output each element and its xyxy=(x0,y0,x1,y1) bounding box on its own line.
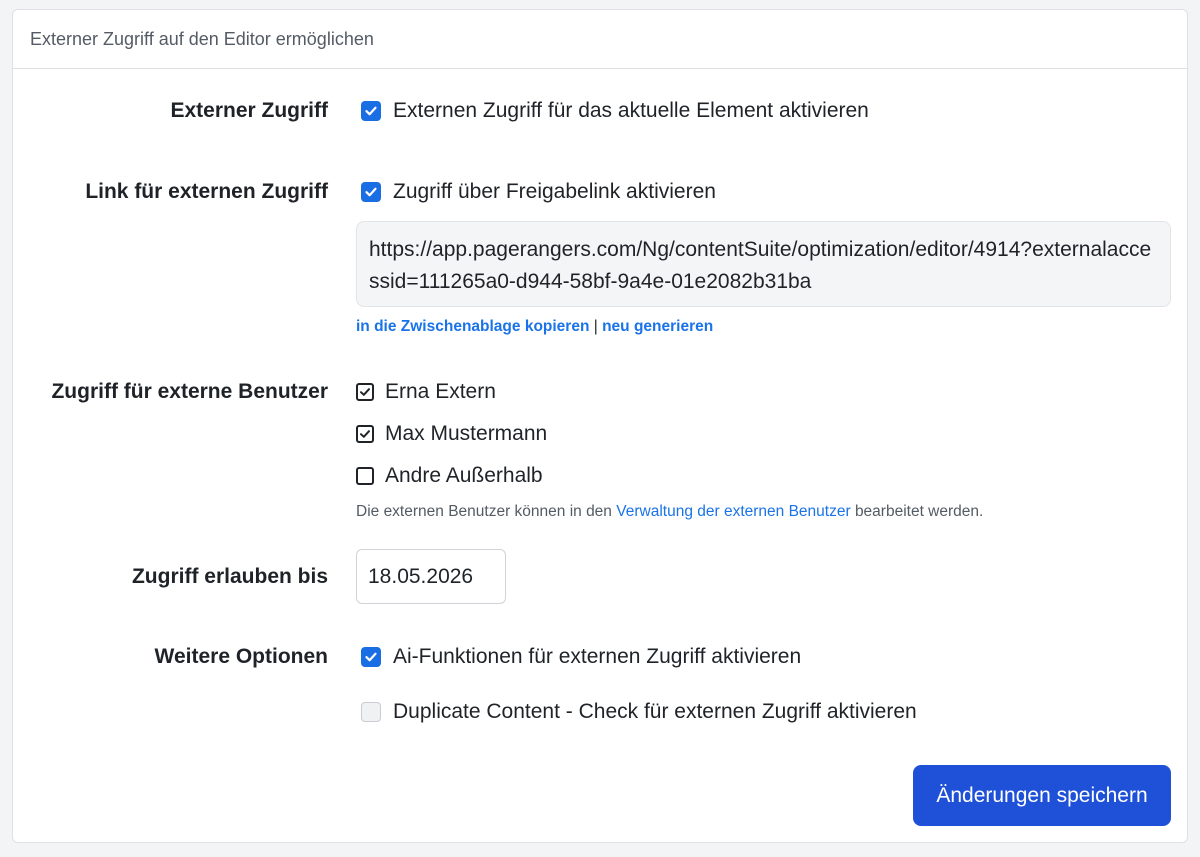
checkmark-icon xyxy=(365,187,377,197)
share-link-label: Link für externen Zugriff xyxy=(85,180,328,203)
user-name: Andre Außerhalb xyxy=(385,464,543,487)
user-name: Erna Extern xyxy=(385,380,496,403)
share-link-checkbox-row[interactable]: Zugriff über Freigabelink aktivieren xyxy=(361,180,716,204)
share-link-actions: in die Zwischenablage kopieren | neu gen… xyxy=(356,318,713,336)
share-link-url-field[interactable]: https://app.pagerangers.com/Ng/contentSu… xyxy=(356,221,1171,307)
external-users-hint: Die externen Benutzer können in den Verw… xyxy=(356,503,983,521)
external-access-checkbox[interactable] xyxy=(361,101,381,121)
checkmark-icon xyxy=(365,106,377,116)
checkmark-icon xyxy=(360,388,370,396)
external-users-label: Zugriff für externe Benutzer xyxy=(51,380,328,403)
user-checkbox-row-andre[interactable]: Andre Außerhalb xyxy=(356,464,543,488)
share-link-checkbox[interactable] xyxy=(361,182,381,202)
more-options-label: Weitere Optionen xyxy=(154,645,328,668)
external-access-label: Externer Zugriff xyxy=(170,99,328,122)
user-name: Max Mustermann xyxy=(385,422,548,445)
ai-functions-checkbox-row[interactable]: Ai-Funktionen für externen Zugriff aktiv… xyxy=(361,645,801,669)
checkmark-icon xyxy=(365,652,377,662)
checkmark-icon xyxy=(360,430,370,438)
external-access-checkbox-row[interactable]: Externen Zugriff für das aktuelle Elemen… xyxy=(361,99,869,123)
allow-until-date-input[interactable] xyxy=(356,549,506,604)
card-title: Externer Zugriff auf den Editor ermöglic… xyxy=(13,10,1187,69)
duplicate-content-checkbox-row[interactable]: Duplicate Content - Check für externen Z… xyxy=(361,700,917,724)
duplicate-content-checkbox[interactable] xyxy=(361,702,381,722)
external-access-checkbox-label: Externen Zugriff für das aktuelle Elemen… xyxy=(393,99,869,122)
hint-text-before: Die externen Benutzer können in den xyxy=(356,503,612,520)
ai-functions-checkbox[interactable] xyxy=(361,647,381,667)
hint-text-after: bearbeitet werden. xyxy=(854,503,984,520)
user-checkbox[interactable] xyxy=(356,425,374,443)
manage-external-users-link[interactable]: Verwaltung der externen Benutzer xyxy=(616,503,850,520)
link-separator: | xyxy=(593,318,598,335)
user-checkbox[interactable] xyxy=(356,467,374,485)
copy-to-clipboard-link[interactable]: in die Zwischenablage kopieren xyxy=(356,318,589,335)
user-checkbox-row-erna[interactable]: Erna Extern xyxy=(356,380,496,404)
settings-card: Externer Zugriff auf den Editor ermöglic… xyxy=(12,9,1188,843)
save-changes-button[interactable]: Änderungen speichern xyxy=(913,765,1171,826)
share-link-checkbox-label: Zugriff über Freigabelink aktivieren xyxy=(393,180,716,203)
regenerate-link[interactable]: neu generieren xyxy=(602,318,713,335)
user-checkbox-row-max[interactable]: Max Mustermann xyxy=(356,422,547,446)
user-checkbox[interactable] xyxy=(356,383,374,401)
duplicate-content-checkbox-label: Duplicate Content - Check für externen Z… xyxy=(393,700,917,723)
allow-until-label: Zugriff erlauben bis xyxy=(131,565,328,588)
ai-functions-checkbox-label: Ai-Funktionen für externen Zugriff aktiv… xyxy=(393,645,802,668)
